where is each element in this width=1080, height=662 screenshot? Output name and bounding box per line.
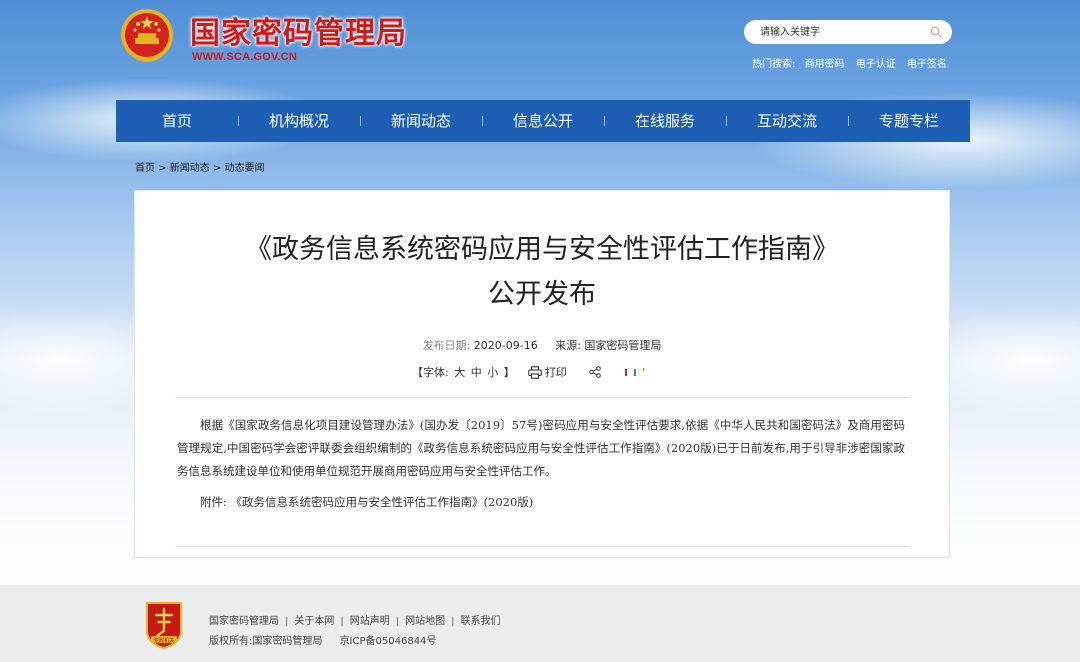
footer-copyright: 版权所有:国家密码管理局 京ICP备05046844号	[209, 632, 436, 647]
article-meta: 发布日期: 2020-09-16 来源: 国家密码管理局	[135, 337, 949, 353]
breadcrumb-separator: >	[158, 163, 167, 174]
search-box	[744, 20, 952, 44]
nav-item-home[interactable]: 首页	[116, 100, 238, 142]
party-government-logo-icon[interactable]: 党政机关	[143, 601, 185, 649]
article-title-line-2: 公开发布	[488, 279, 596, 310]
font-large-button[interactable]: 大	[454, 366, 465, 379]
site-header: 国家密码管理局 WWW.SCA.GOV.CN 热门搜索: 商用密码 电子认证 电…	[0, 0, 1080, 100]
article-panel: 《政务信息系统密码应用与安全性评估工作指南》 公开发布 发布日期: 2020-0…	[134, 190, 950, 558]
attachment-link[interactable]: 《政务信息系统密码应用与安全性评估工作指南》(2020版)	[231, 495, 534, 509]
footer-link-about[interactable]: 关于本网	[294, 616, 334, 627]
article-title: 《政务信息系统密码应用与安全性评估工作指南》 公开发布	[135, 227, 949, 317]
font-label-open: 【字体:	[412, 366, 449, 379]
font-medium-button[interactable]: 中	[471, 366, 482, 379]
hot-search-label: 热门搜索:	[752, 59, 796, 70]
site-title[interactable]: 国家密码管理局	[190, 8, 407, 52]
breadcrumb-home[interactable]: 首页	[135, 163, 155, 174]
divider-bottom	[175, 546, 909, 547]
national-emblem-icon	[121, 9, 173, 62]
footer-link-sca[interactable]: 国家密码管理局	[209, 616, 279, 627]
article-tools: 【字体: 大 中 小 】 打印	[411, 364, 653, 380]
social-share-icons[interactable]	[623, 367, 653, 377]
article-body: 根据《国家政务信息化项目建设管理办法》(国办发〔2019〕57号)密码应用与安全…	[177, 418, 905, 478]
font-small-button[interactable]: 小	[487, 366, 498, 379]
breadcrumb-news[interactable]: 新闻动态	[170, 163, 210, 174]
breadcrumb-current[interactable]: 动态要闻	[225, 163, 265, 174]
site-footer: 党政机关 国家密码管理局 | 关于本网 | 网站声明 | 网站地图 | 联系我们 版权所有:国家…	[0, 585, 1080, 662]
hot-search-link-e-cert[interactable]: 电子认证	[856, 59, 896, 70]
footer-link-sitemap[interactable]: 网站地图	[405, 616, 445, 627]
print-label: 打印	[544, 366, 567, 379]
footer-separator: |	[285, 616, 289, 627]
footer-separator: |	[340, 616, 344, 627]
share-icon[interactable]	[588, 366, 601, 378]
copyright-text: 版权所有:国家密码管理局	[209, 636, 323, 647]
nav-item-disclosure[interactable]: 信息公开	[482, 100, 604, 142]
logo-caption: 党政机关	[154, 636, 175, 644]
nav-item-online-services[interactable]: 在线服务	[604, 100, 726, 142]
font-size-control: 【字体: 大 中 小 】	[411, 364, 516, 380]
source-value: 国家密码管理局	[584, 339, 662, 352]
nav-item-organization[interactable]: 机构概况	[238, 100, 360, 142]
search-icon[interactable]	[930, 26, 942, 38]
footer-separator: |	[451, 616, 455, 627]
footer-link-statement[interactable]: 网站声明	[350, 616, 390, 627]
hot-search-link-commercial-crypto[interactable]: 商用密码	[805, 59, 845, 70]
icp-number[interactable]: 京ICP备05046844号	[340, 636, 437, 647]
breadcrumb-separator: >	[212, 163, 222, 174]
search-input[interactable]	[760, 20, 920, 44]
attachment-label: 附件:	[200, 495, 227, 509]
article-title-line-1: 《政务信息系统密码应用与安全性评估工作指南》	[245, 234, 839, 265]
print-button[interactable]: 打印	[527, 364, 567, 380]
nav-item-news[interactable]: 新闻动态	[360, 100, 482, 142]
font-label-close: 】	[503, 366, 515, 379]
breadcrumb: 首页 > 新闻动态 > 动态要闻	[135, 159, 265, 174]
footer-link-contact[interactable]: 联系我们	[461, 616, 501, 627]
nav-item-interaction[interactable]: 互动交流	[726, 100, 848, 142]
hot-search: 热门搜索: 商用密码 电子认证 电子签名	[752, 55, 955, 70]
nav-item-topics[interactable]: 专题专栏	[848, 100, 970, 142]
site-url[interactable]: WWW.SCA.GOV.CN	[192, 51, 297, 63]
hot-search-link-e-sign[interactable]: 电子签名	[907, 59, 947, 70]
attachment: 附件: 《政务信息系统密码应用与安全性评估工作指南》(2020版)	[177, 494, 533, 510]
footer-separator: |	[395, 616, 400, 627]
publish-date-label: 发布日期:	[422, 339, 471, 352]
footer-links: 国家密码管理局 | 关于本网 | 网站声明 | 网站地图 | 联系我们	[209, 612, 501, 627]
source-label: 来源:	[555, 339, 581, 352]
main-nav: 首页 机构概况 新闻动态 信息公开 在线服务 互动交流 专题专栏	[116, 100, 970, 142]
divider-top	[175, 397, 909, 398]
printer-icon	[527, 365, 542, 379]
publish-date: 2020-09-16	[473, 339, 538, 352]
